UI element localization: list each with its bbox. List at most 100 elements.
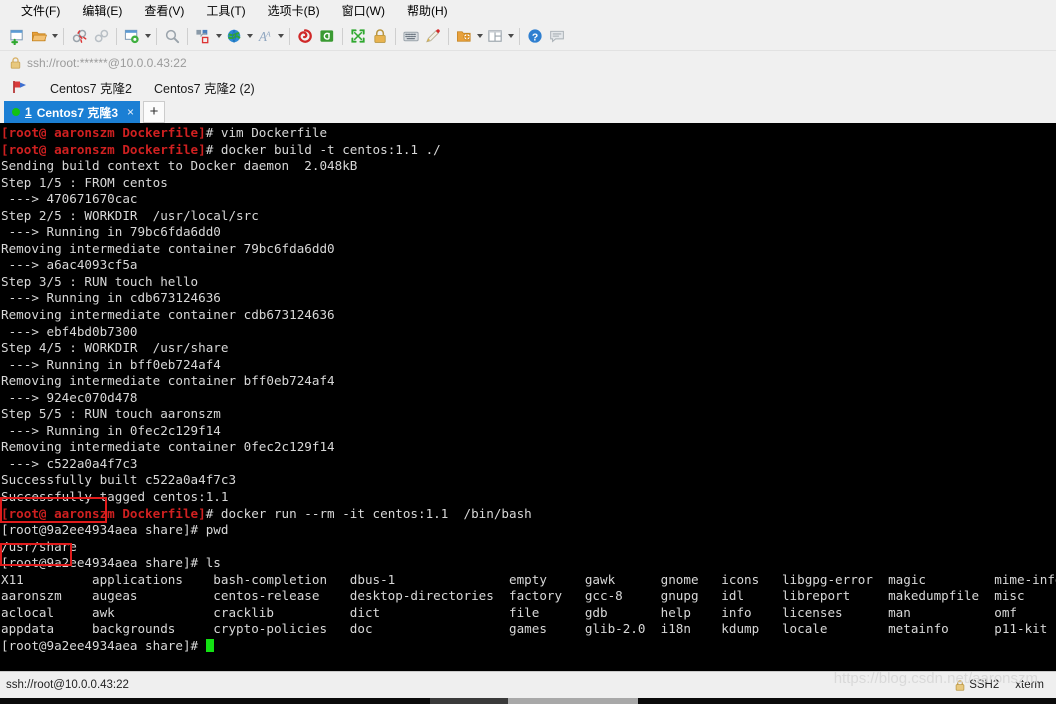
address-bar[interactable]: ssh://root:******@10.0.0.43:22	[0, 51, 1056, 75]
menu-tabs[interactable]: 选项卡(B)	[257, 1, 331, 22]
terminal-text: Removing intermediate container bff0eb72…	[1, 373, 335, 389]
terminal-cursor	[205, 638, 214, 652]
transfer-icon[interactable]	[192, 25, 214, 47]
new-tab-button[interactable]: +	[143, 101, 166, 123]
toolbar: A A?	[0, 22, 1056, 51]
terminal-text: ---> Running in 0fec2c129f14	[1, 422, 221, 438]
tab-strip: 1 Centos7 克隆3 × +	[0, 99, 1056, 123]
menu-edit[interactable]: 编辑(E)	[71, 1, 133, 22]
terminal-line: Successfully built c522a0a4f7c3	[1, 472, 1056, 489]
terminal-text: # docker build -t centos:1.1 ./	[205, 141, 441, 157]
menu-bar: 文件(F) 编辑(E) 查看(V) 工具(T) 选项卡(B) 窗口(W) 帮助(H)	[0, 0, 1056, 22]
terminal-line: Step 1/5 : FROM centos	[1, 175, 1056, 192]
menu-help[interactable]: 帮助(H)	[396, 1, 459, 22]
toolbar-separator	[342, 27, 343, 45]
terminal-line: Step 2/5 : WORKDIR /usr/local/src	[1, 208, 1056, 225]
layout-dropdown-arrow-icon[interactable]	[506, 25, 515, 47]
font-dropdown-arrow-icon[interactable]	[276, 25, 285, 47]
terminal-text: [root@9a2ee4934aea share]# pwd	[1, 522, 229, 538]
terminal-text: ---> Running in 79bc6fda6dd0	[1, 224, 221, 240]
font-icon[interactable]: AA	[254, 25, 276, 47]
log-session-icon[interactable]	[294, 25, 316, 47]
toolbar-separator	[116, 27, 117, 45]
help-icon[interactable]: ?	[524, 25, 546, 47]
menu-file[interactable]: 文件(F)	[10, 1, 71, 22]
terminal-text: ---> a6ac4093cf5a	[1, 257, 138, 273]
tab-label: Centos7 克隆3	[36, 105, 119, 120]
open-folder-icon[interactable]	[28, 25, 50, 47]
bottom-strip-a	[0, 698, 430, 704]
terminal-line: ---> Running in bff0eb724af4	[1, 357, 1056, 374]
layout-icon[interactable]	[484, 25, 506, 47]
lock-icon[interactable]	[369, 25, 391, 47]
toolbar-separator	[289, 27, 290, 45]
terminal-line: Sending build context to Docker daemon 2…	[1, 158, 1056, 175]
highlighter-icon[interactable]	[422, 25, 444, 47]
menu-tools[interactable]: 工具(T)	[195, 1, 256, 22]
bottom-strip-c	[508, 698, 638, 704]
session-options-dropdown-arrow-icon[interactable]	[143, 25, 152, 47]
globe-icon[interactable]	[223, 25, 245, 47]
terminal-text: Step 4/5 : WORKDIR /usr/share	[1, 340, 229, 356]
terminal-text: [root@9a2ee4934aea share]#	[1, 637, 206, 653]
terminal-text: ---> Running in cdb673124636	[1, 290, 221, 306]
terminal-output[interactable]: [root@ aaronszm Dockerfile]# vim Dockerf…	[0, 123, 1056, 671]
chat-icon[interactable]	[546, 25, 568, 47]
terminal-text: Sending build context to Docker daemon 2…	[1, 158, 358, 174]
add-folder-icon[interactable]	[453, 25, 475, 47]
terminal-line: ---> 470671670cac	[1, 191, 1056, 208]
terminal-text: Step 5/5 : RUN touch aaronszm	[1, 406, 221, 422]
red-blue-flag-icon	[12, 80, 28, 94]
transfer-dropdown-arrow-icon[interactable]	[214, 25, 223, 47]
menu-window[interactable]: 窗口(W)	[331, 1, 396, 22]
terminal-text: ---> 924ec070d478	[1, 389, 138, 405]
securecrt-window: 文件(F) 编辑(E) 查看(V) 工具(T) 选项卡(B) 窗口(W) 帮助(H) A A?…	[0, 0, 1056, 704]
terminal-text: X11 applications bash-completion dbus-1 …	[1, 571, 1056, 587]
disconnect-icon[interactable]	[68, 25, 90, 47]
terminal-line: Step 5/5 : RUN touch aaronszm	[1, 406, 1056, 423]
terminal-text: appdata backgrounds crypto-policies doc …	[1, 621, 1048, 637]
address-input[interactable]: ssh://root:******@10.0.0.43:22	[10, 53, 1050, 73]
terminal-line: X11 applications bash-completion dbus-1 …	[1, 572, 1056, 589]
padlock-icon	[955, 679, 965, 691]
terminal-text: Successfully built c522a0a4f7c3	[1, 472, 237, 488]
fullscreen-icon[interactable]	[347, 25, 369, 47]
session-link-1[interactable]: Centos7 克隆2 (2)	[144, 78, 267, 97]
find-icon[interactable]	[161, 25, 183, 47]
terminal-line: Successfully tagged centos:1.1	[1, 489, 1056, 506]
terminal-text: Removing intermediate container cdb67312…	[1, 307, 335, 323]
terminal-prompt: [root@ aaronszm Dockerfile]	[1, 141, 206, 157]
terminal-line: [root@9a2ee4934aea share]#	[1, 638, 1056, 655]
address-value: ssh://root:******@10.0.0.43:22	[27, 55, 187, 70]
terminal-line: ---> a6ac4093cf5a	[1, 257, 1056, 274]
terminal-line: Removing intermediate container bff0eb72…	[1, 373, 1056, 390]
terminal-line: aclocal awk cracklib dict file gdb help …	[1, 605, 1056, 622]
terminal-text: ---> Running in bff0eb724af4	[1, 356, 221, 372]
session-link-0[interactable]: Centos7 克隆2	[40, 78, 144, 97]
add-folder-dropdown-arrow-icon[interactable]	[475, 25, 484, 47]
terminal-line: [root@9a2ee4934aea share]# ls	[1, 555, 1056, 572]
padlock-icon	[10, 57, 21, 69]
session-options-icon[interactable]	[121, 25, 143, 47]
globe-dropdown-arrow-icon[interactable]	[245, 25, 254, 47]
svg-text:A: A	[264, 29, 270, 38]
tab-close-icon[interactable]: ×	[127, 106, 134, 118]
terminal-text: Removing intermediate container 0fec2c12…	[1, 439, 335, 455]
status-connection: ssh://root@10.0.0.43:22	[6, 679, 129, 691]
toolbar-separator	[156, 27, 157, 45]
terminal-line: Removing intermediate container 79bc6fda…	[1, 241, 1056, 258]
green-script-icon[interactable]	[316, 25, 338, 47]
connect-icon[interactable]	[90, 25, 112, 47]
open-folder-dropdown-arrow-icon[interactable]	[50, 25, 59, 47]
terminal-panel[interactable]: [root@ aaronszm Dockerfile]# vim Dockerf…	[0, 123, 1056, 671]
tab-status-dot-icon	[12, 108, 20, 116]
terminal-text: Successfully tagged centos:1.1	[1, 489, 229, 505]
terminal-text: # vim Dockerfile	[205, 125, 328, 140]
terminal-line: [root@ aaronszm Dockerfile]# docker buil…	[1, 142, 1056, 159]
new-session-icon[interactable]	[6, 25, 28, 47]
keyboard-icon[interactable]	[400, 25, 422, 47]
menu-view[interactable]: 查看(V)	[133, 1, 195, 22]
terminal-line: Step 3/5 : RUN touch hello	[1, 274, 1056, 291]
toolbar-separator	[395, 27, 396, 45]
tab-centos7-clone3[interactable]: 1 Centos7 克隆3 ×	[4, 101, 141, 123]
